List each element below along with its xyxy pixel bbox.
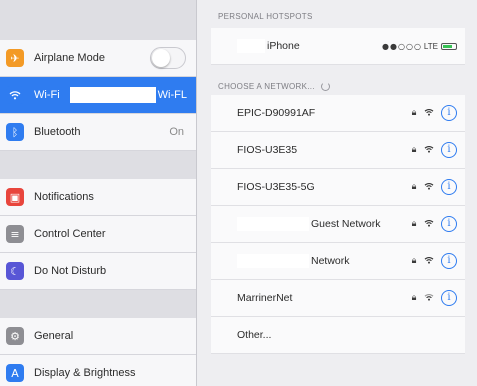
lock-icon: 🔒︎ [411, 293, 417, 303]
network-icons: 🔒︎ i [407, 206, 457, 242]
signal-dots-icon: ●●○○○ [382, 41, 422, 51]
lock-icon: 🔒︎ [411, 108, 417, 118]
sidebar-gap [0, 290, 196, 318]
battery-fill [443, 44, 452, 48]
redacted-hotspot-name [237, 39, 265, 53]
other-network-label: Other... [237, 329, 272, 341]
sidebar-item-bluetooth[interactable]: ᛒ Bluetooth On [0, 114, 196, 151]
choose-network-header: CHOOSE A NETWORK... [197, 77, 477, 95]
info-icon[interactable]: i [441, 216, 457, 232]
network-icons: 🔒︎ i [407, 243, 457, 279]
settings-sidebar: ✈ Airplane Mode Wi-Fi Wi-FL ᛒ Bluetooth … [0, 0, 197, 386]
info-icon[interactable]: i [441, 105, 457, 121]
network-icons: 🔒︎ i [407, 95, 457, 131]
bluetooth-status: On [169, 126, 184, 138]
lock-icon: 🔒︎ [411, 182, 417, 192]
network-row[interactable]: EPIC-D90991AF 🔒︎ i [211, 95, 465, 132]
redacted-network-name [237, 254, 309, 268]
info-icon[interactable]: i [441, 142, 457, 158]
hotspot-row[interactable]: iPhone ●●○○○ LTE [211, 28, 465, 65]
scanning-spinner-icon [320, 81, 330, 91]
personal-hotspots-header: PERSONAL HOTSPOTS [218, 12, 313, 21]
hotspot-network-type: LTE [423, 41, 438, 51]
wifi-signal-icon [421, 256, 437, 267]
redacted-network-name [69, 87, 156, 103]
choose-network-label: CHOOSE A NETWORK... [218, 81, 315, 91]
network-row[interactable]: FIOS-U3E35 🔒︎ i [211, 132, 465, 169]
sidebar-item-airplane-mode[interactable]: ✈ Airplane Mode [0, 40, 196, 77]
toggle-knob [152, 49, 170, 67]
moon-icon: ☾ [6, 262, 24, 280]
network-row[interactable]: FIOS-U3E35-5G 🔒︎ i [211, 169, 465, 206]
network-row[interactable]: Network 🔒︎ i [211, 243, 465, 280]
wifi-network-suffix: Wi-FL [157, 89, 187, 101]
sidebar-item-do-not-disturb[interactable]: ☾ Do Not Disturb [0, 253, 196, 290]
sidebar-item-label: Bluetooth [34, 126, 81, 138]
wifi-signal-icon [421, 108, 437, 119]
lock-icon: 🔒︎ [411, 256, 417, 266]
lock-icon: 🔒︎ [411, 219, 417, 229]
wifi-signal-icon [421, 182, 437, 193]
wifi-signal-icon [421, 145, 437, 156]
airplane-mode-toggle[interactable] [150, 47, 186, 69]
network-name: MarrinerNet [237, 292, 293, 304]
other-network-row[interactable]: Other... [211, 317, 465, 354]
network-name: EPIC-D90991AF [237, 107, 316, 119]
wifi-icon [6, 86, 24, 104]
sidebar-item-label: Airplane Mode [34, 52, 105, 64]
network-icons: 🔒︎ i [407, 169, 457, 205]
sidebar-item-control-center[interactable]: ≡ Control Center [0, 216, 196, 253]
sidebar-top-gap [0, 0, 196, 40]
bluetooth-icon: ᛒ [6, 123, 24, 141]
wifi-signal-icon [421, 293, 437, 304]
network-icons: 🔒︎ i [407, 280, 457, 316]
sidebar-item-label: Wi-Fi [34, 89, 60, 101]
sidebar-item-label: Display & Brightness [34, 367, 136, 379]
info-icon[interactable]: i [441, 179, 457, 195]
network-name: Guest Network [311, 218, 381, 230]
info-icon[interactable]: i [441, 253, 457, 269]
hotspot-status: ●●○○○ LTE [382, 28, 457, 64]
sidebar-item-label: Control Center [34, 228, 106, 240]
network-name: Network [311, 255, 350, 267]
info-icon[interactable]: i [441, 290, 457, 306]
sidebar-gap [0, 151, 196, 179]
network-row[interactable]: MarrinerNet 🔒︎ i [211, 280, 465, 317]
notifications-icon: ▣ [6, 188, 24, 206]
settings-window: ✈ Airplane Mode Wi-Fi Wi-FL ᛒ Bluetooth … [0, 0, 477, 386]
network-name: FIOS-U3E35-5G [237, 181, 315, 193]
sidebar-item-general[interactable]: ⚙ General [0, 318, 196, 355]
sidebar-item-label: Do Not Disturb [34, 265, 107, 277]
gear-icon: ⚙ [6, 327, 24, 345]
battery-icon [441, 42, 457, 50]
sidebar-item-label: General [34, 330, 74, 342]
display-brightness-icon: A [6, 364, 24, 382]
network-name: FIOS-U3E35 [237, 144, 298, 156]
sidebar-item-wifi[interactable]: Wi-Fi Wi-FL [0, 77, 196, 114]
network-icons: 🔒︎ i [407, 132, 457, 168]
sidebar-item-label: Notifications [34, 191, 94, 203]
hotspot-name: iPhone [267, 40, 300, 52]
airplane-icon: ✈ [6, 49, 24, 67]
wifi-detail-pane: PERSONAL HOTSPOTS iPhone ●●○○○ LTE CHOOS… [197, 0, 477, 386]
control-center-icon: ≡ [6, 225, 24, 243]
sidebar-item-display-brightness[interactable]: A Display & Brightness [0, 355, 196, 386]
network-row[interactable]: Guest Network 🔒︎ i [211, 206, 465, 243]
lock-icon: 🔒︎ [411, 145, 417, 155]
sidebar-item-notifications[interactable]: ▣ Notifications [0, 179, 196, 216]
wifi-signal-icon [421, 219, 437, 230]
redacted-network-name [237, 217, 309, 231]
